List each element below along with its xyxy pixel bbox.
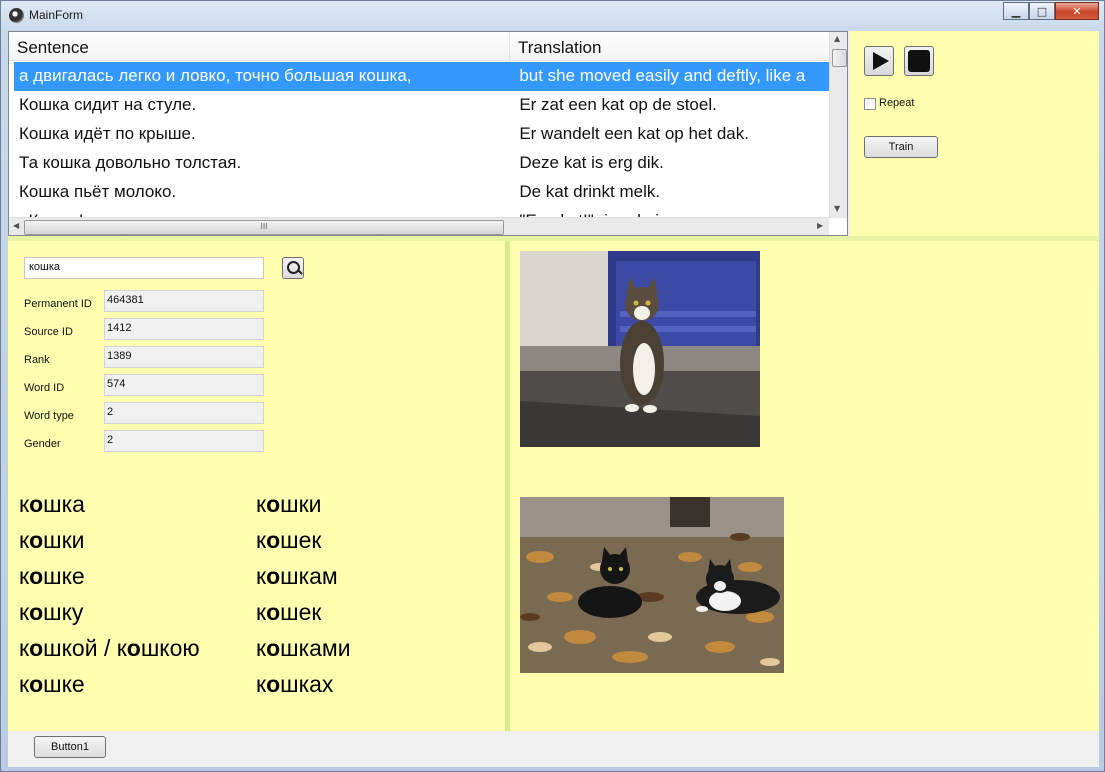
stop-icon bbox=[908, 50, 930, 72]
word-form: кошке bbox=[19, 563, 85, 589]
sentence-cell: Кошка идёт по крыше. bbox=[19, 124, 196, 143]
window-title: MainForm bbox=[29, 8, 84, 22]
vertical-scroll-thumb[interactable] bbox=[832, 49, 847, 67]
permanent-id-field[interactable]: 464381 bbox=[104, 290, 264, 312]
title-bar[interactable]: MainForm ▁ □ ✕ bbox=[1, 1, 1104, 31]
sentence-cell: Кошка сидит на стуле. bbox=[19, 95, 197, 114]
source-id-field[interactable]: 1412 bbox=[104, 318, 264, 340]
word-form: кошек bbox=[256, 599, 322, 625]
field-label-rank: Rank bbox=[24, 354, 50, 366]
translation-cell: Deze kat is erg dik. bbox=[519, 153, 664, 172]
grid-rows: а двигалась легко и ловко, точно большая… bbox=[14, 62, 829, 235]
sentence-cell: а двигалась легко и ловко, точно большая… bbox=[19, 66, 412, 85]
search-input[interactable]: кошка bbox=[24, 257, 264, 279]
maximize-button[interactable]: □ bbox=[1029, 2, 1055, 20]
translation-cell: De kat drinkt melk. bbox=[519, 182, 661, 201]
word-form: кошке bbox=[19, 671, 85, 697]
app-icon bbox=[9, 8, 24, 23]
cat-photo-1 bbox=[520, 251, 760, 447]
stop-button[interactable] bbox=[904, 46, 934, 76]
play-icon bbox=[873, 52, 889, 70]
repeat-checkbox[interactable] bbox=[864, 98, 876, 110]
word-form: кошек bbox=[256, 527, 322, 553]
sentence-grid[interactable]: Sentence Translation а двигалась легко и… bbox=[8, 31, 848, 236]
scroll-down-icon[interactable]: ▼ bbox=[834, 204, 840, 213]
button1[interactable]: Button1 bbox=[34, 736, 106, 758]
column-header-sentence[interactable]: Sentence bbox=[9, 32, 510, 60]
caption-buttons: ▁ □ ✕ bbox=[1003, 2, 1099, 21]
play-button[interactable] bbox=[864, 46, 894, 76]
images-panel bbox=[510, 241, 1099, 731]
field-label-source-id: Source ID bbox=[24, 326, 73, 338]
maximize-icon: □ bbox=[1036, 4, 1048, 18]
table-row[interactable]: Кошка идёт по крыше. Er wandelt een kat o… bbox=[14, 120, 829, 149]
word-form: кошки bbox=[256, 491, 322, 517]
scroll-left-icon[interactable]: ◀ bbox=[13, 221, 19, 230]
vertical-scrollbar[interactable]: ▲ ▼ bbox=[829, 32, 847, 218]
word-type-field[interactable]: 2 bbox=[104, 402, 264, 424]
word-form: кошках bbox=[256, 671, 334, 697]
field-label-permanent-id: Permanent ID bbox=[24, 298, 92, 310]
word-form: кошками bbox=[256, 635, 351, 661]
table-row[interactable]: Та кошка довольно толстая. Deze kat is er… bbox=[14, 149, 829, 178]
translation-cell: Er zat een kat op de stoel. bbox=[519, 95, 717, 114]
column-header-translation[interactable]: Translation bbox=[510, 32, 829, 60]
bottom-toolbar: Button1 bbox=[8, 731, 1099, 767]
table-row[interactable]: Кошка пьёт молоко. De kat drinkt melk. bbox=[14, 178, 829, 207]
repeat-label[interactable]: Repeat bbox=[879, 97, 914, 109]
word-form: кошки bbox=[19, 527, 85, 553]
main-window: MainForm ▁ □ ✕ Sentence Translation а дв… bbox=[0, 0, 1105, 772]
minimize-button[interactable]: ▁ bbox=[1003, 2, 1029, 20]
translation-cell: but she moved easily and deftly, like a bbox=[519, 66, 806, 85]
sentence-cell: Та кошка довольно толстая. bbox=[19, 153, 242, 172]
horizontal-scroll-thumb[interactable]: III bbox=[24, 220, 504, 235]
playback-panel: Repeat Train bbox=[850, 31, 1099, 236]
word-form: кошкой / кошкою bbox=[19, 635, 200, 661]
scroll-grip: III bbox=[260, 222, 268, 231]
gender-field[interactable]: 2 bbox=[104, 430, 264, 452]
word-form: кошку bbox=[19, 599, 84, 625]
field-label-gender: Gender bbox=[24, 438, 61, 450]
client-area: Sentence Translation а двигалась легко и… bbox=[8, 31, 1099, 767]
horizontal-scrollbar[interactable]: ◀ III ▶ bbox=[9, 217, 829, 235]
translation-cell: Er wandelt een kat op het dak. bbox=[519, 124, 749, 143]
cat-photo-2 bbox=[520, 497, 784, 673]
word-form: кошка bbox=[19, 491, 85, 517]
rank-field[interactable]: 1389 bbox=[104, 346, 264, 368]
word-details-panel: кошка Permanent ID 464381 Source ID 1412… bbox=[8, 241, 505, 731]
search-button[interactable] bbox=[282, 257, 304, 279]
field-label-word-id: Word ID bbox=[24, 382, 65, 394]
table-row[interactable]: Кошка сидит на стуле. Er zat een kat op d… bbox=[14, 91, 829, 120]
scroll-up-icon[interactable]: ▲ bbox=[834, 34, 840, 43]
close-button[interactable]: ✕ bbox=[1055, 2, 1099, 20]
word-form: кошкам bbox=[256, 563, 338, 589]
minimize-icon: ▁ bbox=[1011, 4, 1021, 18]
close-icon: ✕ bbox=[1072, 4, 1082, 18]
train-button[interactable]: Train bbox=[864, 136, 938, 158]
field-label-word-type: Word type bbox=[24, 410, 74, 422]
scroll-right-icon[interactable]: ▶ bbox=[817, 221, 823, 230]
table-row[interactable]: а двигалась легко и ловко, точно большая… bbox=[14, 62, 829, 91]
grid-header: Sentence Translation bbox=[9, 32, 829, 61]
word-id-field[interactable]: 574 bbox=[104, 374, 264, 396]
sentence-cell: Кошка пьёт молоко. bbox=[19, 182, 177, 201]
